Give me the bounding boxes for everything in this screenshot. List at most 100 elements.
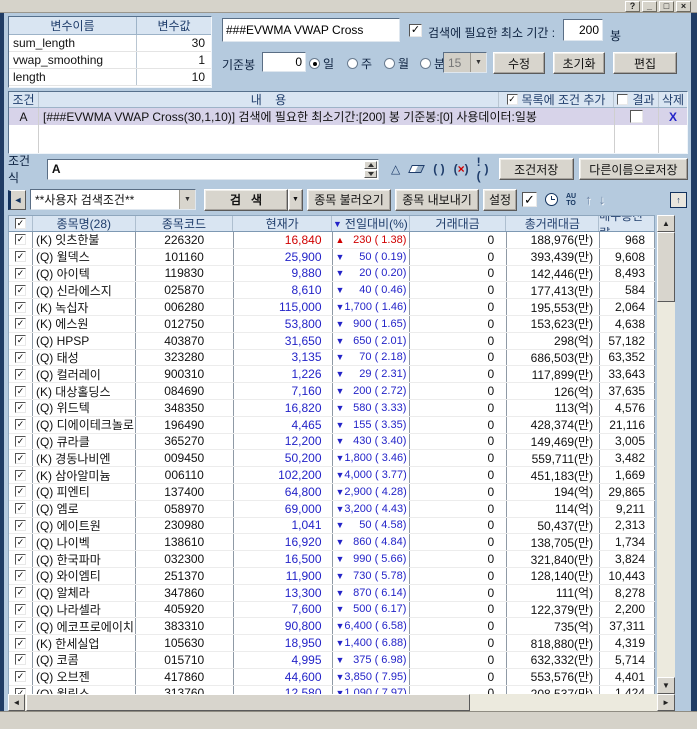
row-checkbox[interactable]: ✓ <box>15 453 26 464</box>
table-row[interactable]: ✓(Q) 윌링스31376012,580▼1,090 ( 7.97)0208,5… <box>9 686 655 694</box>
save-as-button[interactable]: 다른이름으로저장 <box>579 158 688 180</box>
row-checkbox[interactable]: ✓ <box>15 554 26 565</box>
table-row[interactable]: ✓(Q) 피엔티13740064,800▼2,900 ( 4.28)0194(억… <box>9 484 655 501</box>
table-row[interactable]: ✓(Q) HPSP40387031,650▼650 ( 2.01)0298(억)… <box>9 333 655 350</box>
table-row[interactable]: ✓(K) 대상홀딩스0846907,160▼200 ( 2.72)0126(억)… <box>9 383 655 400</box>
table-row[interactable]: ✓(Q) 알체라34786013,300▼870 ( 6.14)0111(억)8… <box>9 585 655 602</box>
row-checkbox[interactable]: ✓ <box>15 604 26 615</box>
header-total-value[interactable]: 총거래대금 <box>506 216 599 231</box>
row-checkbox[interactable]: ✓ <box>15 352 26 363</box>
row-checkbox[interactable]: ✓ <box>15 335 26 346</box>
horizontal-scrollbar-thumb[interactable] <box>26 694 470 711</box>
modify-button[interactable]: 수정 <box>493 52 545 74</box>
triangle-tool-icon[interactable]: △ <box>391 162 400 176</box>
save-condition-button[interactable]: 조건저장 <box>499 158 574 180</box>
close-button[interactable]: × <box>676 1 691 12</box>
table-row[interactable]: ✓(Q) 큐라클36527012,200▼430 ( 3.40)0149,469… <box>9 434 655 451</box>
period-radio-day[interactable]: 일 <box>309 55 334 72</box>
spinner-down-icon[interactable] <box>364 170 377 178</box>
auto-icon[interactable]: AUTO <box>566 193 576 207</box>
row-checkbox[interactable]: ✓ <box>15 268 26 279</box>
popout-icon[interactable]: ↑ <box>670 192 687 208</box>
row-checkbox[interactable]: ✓ <box>15 285 26 296</box>
row-checkbox[interactable]: ✓ <box>15 570 26 581</box>
table-row[interactable]: ✓(Q) 와이엠티25137011,900▼730 ( 5.78)0128,14… <box>9 568 655 585</box>
table-row[interactable]: ✓(Q) 한국파마03230016,500▼990 ( 5.66)0321,84… <box>9 551 655 568</box>
row-checkbox[interactable]: ✓ <box>15 621 26 632</box>
realtime-checkbox[interactable]: ✓ <box>522 192 537 207</box>
table-row[interactable]: ✓(K) 잇츠한불22632016,840▲230 ( 1.38)0188,97… <box>9 232 655 249</box>
scroll-left-icon[interactable]: ◄ <box>8 694 25 711</box>
row-checkbox[interactable]: ✓ <box>15 486 26 497</box>
expression-input[interactable]: A <box>47 159 379 180</box>
edit-button[interactable]: 편집 <box>613 52 677 74</box>
remove-parentheses-tool-icon[interactable]: (×) <box>454 162 469 176</box>
row-checkbox[interactable]: ✓ <box>15 386 26 397</box>
row-checkbox[interactable]: ✓ <box>15 470 26 481</box>
result-col-header[interactable]: 결과 <box>614 92 659 107</box>
table-row[interactable]: ✓(Q) 나라셀라4059207,600▼500 ( 6.17)0122,379… <box>9 602 655 619</box>
table-row[interactable]: ✓(K) 에스원01275053,800▼900 ( 1.65)0153,623… <box>9 316 655 333</box>
min-period-input[interactable] <box>563 19 603 41</box>
header-stock-code[interactable]: 종목코드 <box>136 216 234 231</box>
table-row[interactable]: ✓(Q) 오브젠41786044,600▼3,850 ( 7.95)0553,5… <box>9 669 655 686</box>
export-stocks-button[interactable]: 종목 내보내기 <box>395 189 479 211</box>
table-row[interactable]: ✓(K) 경동나비엔00945050,200▼1,800 ( 3.46)0559… <box>9 450 655 467</box>
sort-down-icon[interactable]: ↓ <box>599 192 606 207</box>
table-row[interactable]: ✓(Q) 에이트원2309801,041▼50 ( 4.58)050,437(만… <box>9 518 655 535</box>
row-checkbox[interactable]: ✓ <box>15 520 26 531</box>
table-row[interactable]: ✓(Q) 위드텍34835016,820▼580 ( 3.33)0113(억)4… <box>9 400 655 417</box>
table-row[interactable]: ✓(Q) 태성3232803,135▼70 ( 2.18)0686,503(만)… <box>9 350 655 367</box>
clock-icon[interactable] <box>545 193 558 206</box>
table-row[interactable]: ✓(K) 녹십자006280115,000▼1,700 ( 1.46)0195,… <box>9 299 655 316</box>
search-button[interactable]: 검 색 <box>204 189 288 211</box>
minute-dropdown[interactable]: 15 ▼ <box>443 52 487 73</box>
table-row[interactable]: ✓(K) 한세실업10563018,950▼1,400 ( 6.88)0818,… <box>9 635 655 652</box>
reset-button[interactable]: 초기화 <box>553 52 605 74</box>
row-checkbox[interactable]: ✓ <box>15 369 26 380</box>
row-checkbox[interactable]: ✓ <box>15 638 26 649</box>
row-checkbox[interactable]: ✓ <box>15 318 26 329</box>
table-row[interactable]: ✓(Q) 신라에스지0258708,610▼40 ( 0.46)0177,413… <box>9 282 655 299</box>
table-row[interactable]: ✓(Q) 코콤0157104,995▼375 ( 6.98)0632,332(만… <box>9 652 655 669</box>
row-checkbox[interactable]: ✓ <box>15 654 26 665</box>
row-checkbox[interactable]: ✓ <box>15 587 26 598</box>
header-change[interactable]: ▼ 전일대비(%) <box>332 216 410 231</box>
table-row[interactable]: ✓(Q) 에코프로에이치38331090,800▼6,400 ( 6.58)07… <box>9 618 655 635</box>
select-all-cell[interactable]: ✓ <box>9 216 33 231</box>
dock-left-icon[interactable]: ◄ <box>8 190 26 210</box>
preset-dropdown[interactable]: **사용자 검색조건** ▼ <box>30 189 196 210</box>
expression-spinner[interactable] <box>364 161 377 178</box>
row-checkbox[interactable]: ✓ <box>15 419 26 430</box>
spinner-up-icon[interactable] <box>364 161 377 169</box>
period-radio-month[interactable]: 월 <box>384 55 409 72</box>
condition-result-checkbox[interactable] <box>630 110 643 123</box>
table-row[interactable]: ✓(Q) 윌덱스10116025,900▼50 ( 0.19)0393,439(… <box>9 249 655 266</box>
row-checkbox[interactable]: ✓ <box>15 436 26 447</box>
header-stock-name[interactable]: 종목명(28) <box>33 216 136 231</box>
table-row[interactable]: ✓(Q) 아이텍1198309,880▼20 ( 0.20)0142,446(만… <box>9 266 655 283</box>
search-options-arrow[interactable]: ▼ <box>288 189 303 211</box>
row-checkbox[interactable]: ✓ <box>15 302 26 313</box>
min-period-checkbox[interactable]: ✓ <box>409 24 422 37</box>
not-parentheses-tool-icon[interactable]: !() <box>477 155 489 183</box>
minimize-button[interactable]: _ <box>642 1 657 12</box>
header-price[interactable]: 현재가 <box>233 216 332 231</box>
help-button[interactable]: ? <box>625 1 640 12</box>
base-bar-input[interactable] <box>262 52 306 72</box>
scroll-down-icon[interactable]: ▼ <box>657 677 675 694</box>
row-checkbox[interactable]: ✓ <box>15 234 26 245</box>
settings-button[interactable]: 설정 <box>483 189 517 211</box>
table-row[interactable]: ✓(Q) 디에이테크놀로1964904,465▼155 ( 3.35)0428,… <box>9 417 655 434</box>
condition-row-A[interactable]: A [###EVWMA VWAP Cross(30,1,10)] 검색에 필요한… <box>9 108 687 125</box>
eraser-tool-icon[interactable] <box>410 165 423 173</box>
table-row[interactable]: ✓(K) 삼아알미늄006110102,200▼4,000 ( 3.77)045… <box>9 467 655 484</box>
header-trade-value[interactable]: 거래대금 <box>410 216 507 231</box>
row-checkbox[interactable]: ✓ <box>15 503 26 514</box>
load-stocks-button[interactable]: 종목 불러오기 <box>307 189 391 211</box>
table-row[interactable]: ✓(Q) 나이벡13861016,920▼860 ( 4.84)0138,705… <box>9 534 655 551</box>
condition-delete-button[interactable]: X <box>659 108 687 125</box>
sort-up-icon[interactable]: ↑ <box>585 192 592 207</box>
parentheses-tool-icon[interactable]: ( ) <box>433 162 444 176</box>
scroll-right-icon[interactable]: ► <box>657 694 675 711</box>
